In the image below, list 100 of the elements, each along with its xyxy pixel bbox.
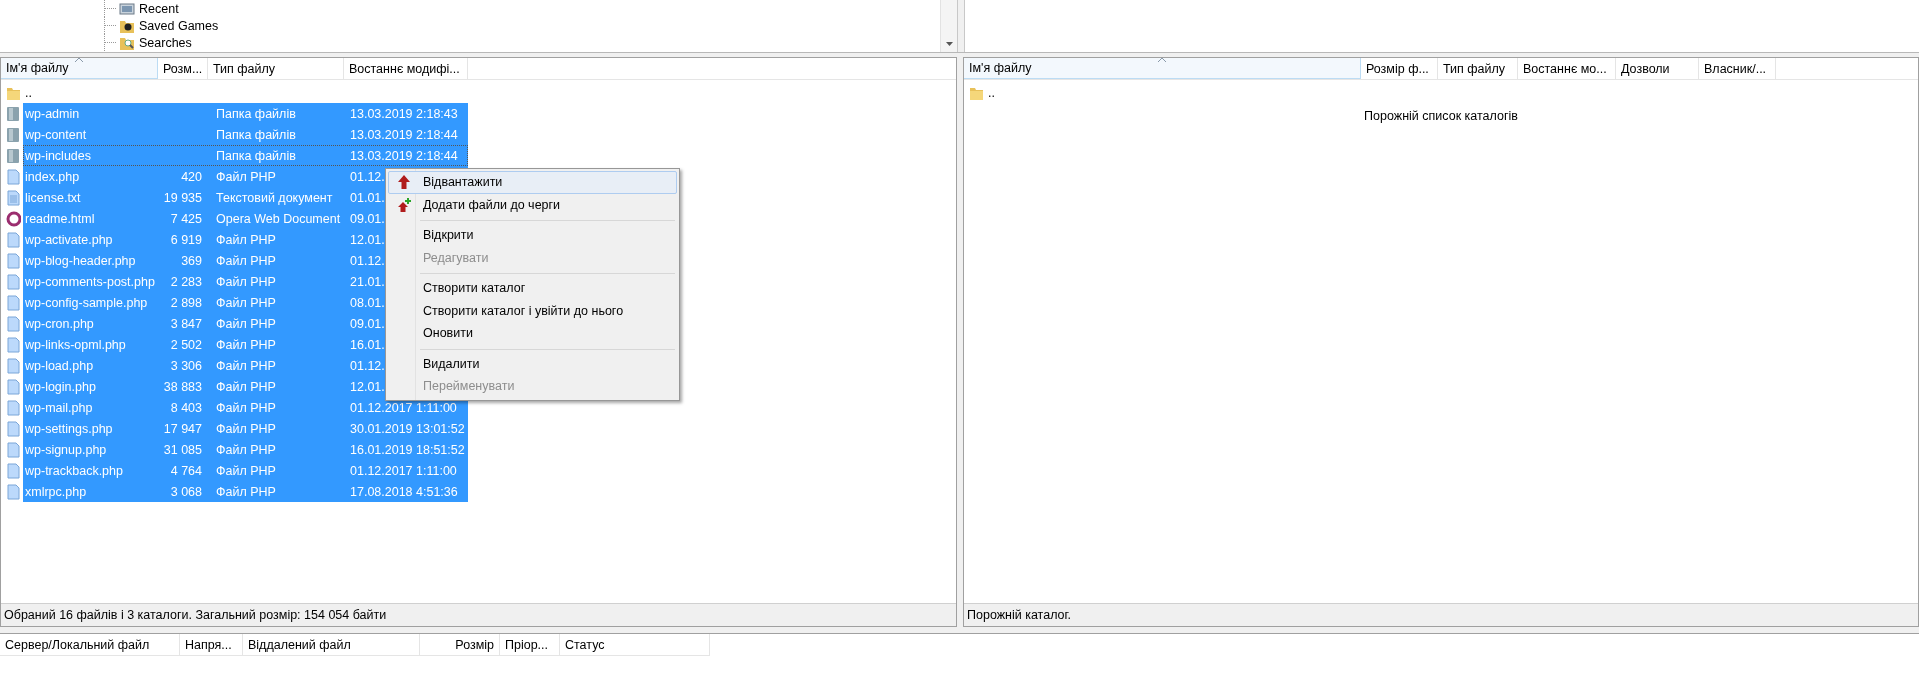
- tree-item[interactable]: Searches: [139, 35, 192, 50]
- table-cell-text: 12.01.: [349, 379, 386, 394]
- table-cell-text: wp-load.php: [24, 358, 95, 373]
- file-icon: [6, 336, 21, 353]
- table-cell-text: 09.01.: [349, 211, 386, 226]
- table-cell-text: 369: [180, 253, 203, 268]
- file-icon: [6, 420, 21, 437]
- table-cell-text: Файл PHP: [215, 379, 277, 394]
- table-cell-text: 16.01.2019 18:51:52: [349, 442, 466, 457]
- folder-icon: [6, 126, 21, 143]
- column-header[interactable]: Востаннє мо...: [1518, 58, 1616, 79]
- file-icon: [6, 231, 21, 248]
- folder-icon: [6, 105, 21, 122]
- column-header[interactable]: Розмір ф...: [1361, 58, 1438, 79]
- table-cell-text: Файл PHP: [215, 316, 277, 331]
- table-cell-text: wp-mail.php: [24, 400, 94, 415]
- column-header[interactable]: Розмір: [420, 634, 500, 655]
- table-cell-text: ..: [24, 85, 33, 100]
- table-cell-text: wp-login.php: [24, 379, 97, 394]
- table-cell-text: 3 306: [169, 358, 203, 373]
- table-cell-text: 31 085: [162, 442, 203, 457]
- table-cell-text: Папка файлів: [215, 127, 297, 142]
- table-cell-text: Файл PHP: [215, 400, 277, 415]
- table-cell-text: wp-trackback.php: [24, 463, 124, 478]
- table-cell-text: 01.01.: [349, 190, 386, 205]
- table-cell-text: wp-blog-header.php: [24, 253, 137, 268]
- table-cell-text: Файл PHP: [215, 358, 277, 373]
- table-cell-text: 4 764: [169, 463, 203, 478]
- file-icon: [6, 378, 21, 395]
- column-header[interactable]: Пріор...: [500, 634, 560, 655]
- column-header[interactable]: Статус: [560, 634, 710, 655]
- folder-icon: [6, 147, 21, 164]
- table-cell-text: Файл PHP: [215, 253, 277, 268]
- table-cell-text: wp-comments-post.php: [24, 274, 156, 289]
- table-cell-text: xmlrpc.php: [24, 484, 88, 499]
- column-header[interactable]: Сервер/Локальний файл: [0, 634, 180, 655]
- column-header[interactable]: Дозволи: [1616, 58, 1699, 79]
- file-icon: [6, 441, 21, 458]
- table-cell-text: 19 935: [162, 190, 203, 205]
- table-cell-text: 17 947: [162, 421, 203, 436]
- ring-icon: [6, 210, 21, 227]
- table-cell-text: wp-admin: [24, 106, 81, 121]
- table-cell-text: 7 425: [169, 211, 203, 226]
- file-icon: [6, 399, 21, 416]
- scroll-down-icon[interactable]: [945, 42, 953, 46]
- table-cell-text: 3 068: [169, 484, 203, 499]
- table-cell-text: 30.01.2019 13:01:52: [349, 421, 466, 436]
- table-cell-text: 16.01.: [349, 337, 386, 352]
- table-cell-text: 2 502: [169, 337, 203, 352]
- column-header[interactable]: Власник/...: [1699, 58, 1776, 79]
- tree-item[interactable]: Recent: [139, 1, 179, 16]
- table-cell-text: index.php: [24, 169, 81, 184]
- file-icon: [6, 294, 21, 311]
- column-header[interactable]: Тип файлу: [1438, 58, 1518, 79]
- table-cell-text: Файл PHP: [215, 421, 277, 436]
- table-cell-text: wp-links-opml.php: [24, 337, 127, 352]
- up-arrow-icon: [396, 174, 412, 191]
- table-cell-text: 2 898: [169, 295, 203, 310]
- table-cell-text: 6 919: [169, 232, 203, 247]
- table-cell-text: 3 847: [169, 316, 203, 331]
- table-cell-text: Файл PHP: [215, 463, 277, 478]
- menu-item[interactable]: Відвантажити: [388, 171, 677, 194]
- column-header[interactable]: Віддалений файл: [243, 634, 420, 655]
- table-cell-text: 01.12.: [349, 169, 386, 184]
- table-cell-text: Файл PHP: [215, 169, 277, 184]
- table-cell-text: 13.03.2019 2:18:44: [349, 148, 459, 163]
- empty-message: Порожній список каталогів: [1363, 109, 1519, 123]
- table-cell-text: wp-content: [24, 127, 88, 142]
- text-file-icon: [6, 189, 21, 206]
- table-cell-text: license.txt: [24, 190, 82, 205]
- file-icon: [6, 357, 21, 374]
- table-cell-text: 01.12.: [349, 253, 386, 268]
- column-header[interactable]: Напря...: [180, 634, 243, 655]
- table-cell-text: Opera Web Document: [215, 211, 342, 226]
- table-cell-text: 2 283: [169, 274, 203, 289]
- column-header[interactable]: Розм...: [158, 58, 208, 79]
- table-cell-text: Файл PHP: [215, 295, 277, 310]
- table-cell-text: wp-includes: [24, 148, 92, 163]
- table-cell-text: Текстовий документ: [215, 190, 334, 205]
- table-cell-text: Файл PHP: [215, 337, 277, 352]
- table-cell-text: 01.12.2017 1:11:00: [349, 400, 458, 415]
- file-icon: [6, 462, 21, 479]
- table-cell-text: wp-config-sample.php: [24, 295, 149, 310]
- tree-line: [104, 42, 116, 43]
- status-bar: Порожній каталог.: [964, 603, 1918, 626]
- tree-line: [104, 8, 116, 9]
- list-row[interactable]: ..: [1, 82, 956, 103]
- column-header[interactable]: Тип файлу: [208, 58, 344, 79]
- tree-item[interactable]: Saved Games: [139, 18, 219, 33]
- tree-line: [104, 25, 116, 26]
- table-cell-text: 01.12.2017 1:11:00: [349, 463, 458, 478]
- table-cell-text: wp-signup.php: [24, 442, 108, 457]
- table-cell-text: Папка файлів: [215, 106, 297, 121]
- scrollbar[interactable]: [940, 0, 957, 52]
- column-header[interactable]: Востаннє модифі...: [344, 58, 468, 79]
- column-header[interactable]: Ім'я файлу: [1, 58, 158, 79]
- column-header[interactable]: Ім'я файлу: [964, 58, 1361, 79]
- table-cell-text: 12.01.: [349, 232, 386, 247]
- up-arrow-plus-icon: [396, 196, 412, 213]
- table-cell-text: 8 403: [169, 400, 203, 415]
